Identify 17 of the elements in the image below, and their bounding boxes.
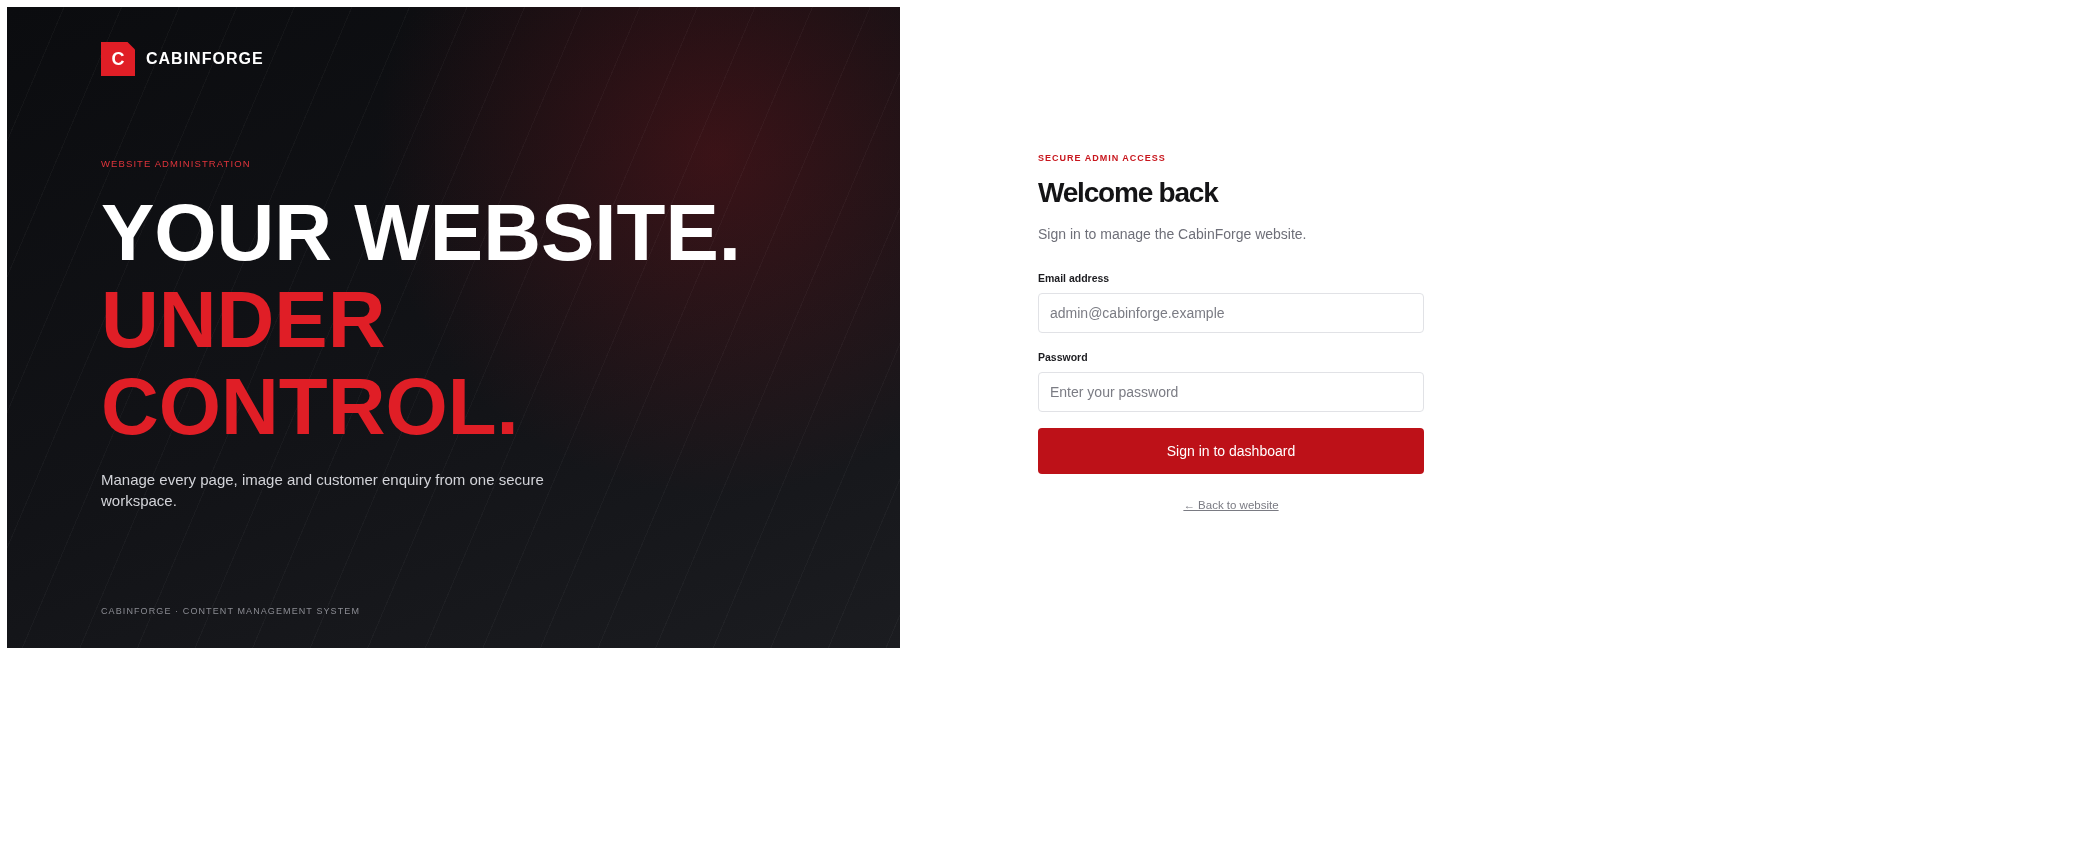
input-field[interactable]: admin@cabinforge.example [1038,293,1424,333]
headline-line: UNDER [101,276,386,363]
logo-mark: C [101,42,135,76]
headline-line: YOUR WEBSITE. [101,189,742,276]
field-label: Email address [1038,271,1110,285]
input-field[interactable]: Enter your password [1038,372,1424,412]
back-to-website-link[interactable]: ← Back to website [1183,497,1279,513]
headline-line: CONTROL. [101,363,519,450]
section-eyebrow: WEBSITE ADMINISTRATION [101,158,251,170]
form-title: Welcome back [1038,176,1218,209]
hero-description: Manage every page, image and customer enquiry from one secure workspace. [101,470,545,511]
brand-name: CABINFORGE [146,49,264,69]
footer-caption: CABINFORGE · CONTENT MANAGEMENT SYSTEM [101,605,360,617]
form-eyebrow: SECURE ADMIN ACCESS [1038,152,1166,164]
form-subtitle: Sign in to manage the CabinForge website. [1038,225,1307,244]
field-label: Password [1038,350,1088,364]
sign-in-button[interactable]: Sign in to dashboard [1038,428,1424,474]
